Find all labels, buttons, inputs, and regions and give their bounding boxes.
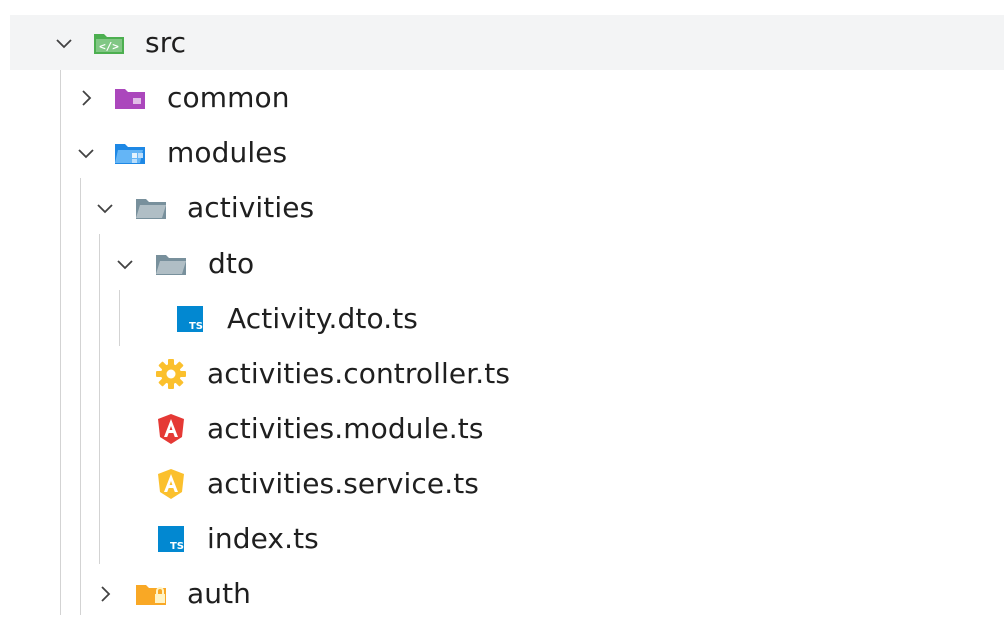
chevron-down-icon[interactable] <box>94 180 116 235</box>
tree-item-activities-module-ts[interactable]: activities.module.ts <box>10 401 1004 456</box>
tree-item-label: dto <box>208 247 255 280</box>
tree-item-label: index.ts <box>207 522 319 555</box>
angular-module-icon <box>154 401 188 456</box>
file-explorer-tree: </> src common modules activities dto TS… <box>0 0 1004 615</box>
tree-item-activities-controller-ts[interactable]: activities.controller.ts <box>10 346 1004 401</box>
tree-item-label: auth <box>187 577 252 610</box>
svg-text:TS: TS <box>170 541 184 552</box>
modules-folder-icon <box>113 125 147 180</box>
tree-item-index-ts[interactable]: TS index.ts <box>10 511 1004 566</box>
typescript-file-icon: TS <box>154 511 188 566</box>
tree-item-activity-dto-ts[interactable]: TS Activity.dto.ts <box>10 291 1004 346</box>
angular-service-icon <box>154 456 188 511</box>
folder-open-icon <box>154 236 188 291</box>
tree-item-label: activities.controller.ts <box>207 357 511 390</box>
tree-item-label: src <box>145 26 187 59</box>
controller-gear-icon <box>154 346 188 401</box>
tree-item-modules[interactable]: modules <box>10 125 1004 180</box>
tree-item-common[interactable]: common <box>10 70 1004 125</box>
tree-item-src[interactable]: </> src <box>10 15 1004 70</box>
tree-item-auth[interactable]: auth <box>10 566 1004 621</box>
chevron-right-icon[interactable] <box>75 70 97 125</box>
chevron-down-icon[interactable] <box>114 236 136 291</box>
folder-open-icon <box>134 180 168 235</box>
tree-item-label: activities.module.ts <box>207 412 484 445</box>
svg-text:TS: TS <box>189 321 203 332</box>
chevron-down-icon[interactable] <box>75 125 97 180</box>
tree-item-activities-service-ts[interactable]: activities.service.ts <box>10 456 1004 511</box>
tree-item-dto[interactable]: dto <box>10 236 1004 291</box>
auth-folder-icon <box>134 566 168 621</box>
typescript-file-icon: TS <box>173 291 207 346</box>
tree-item-label: Activity.dto.ts <box>227 302 418 335</box>
tree-item-label: modules <box>167 136 288 169</box>
common-folder-icon <box>113 70 147 125</box>
tree-item-label: activities.service.ts <box>207 467 479 500</box>
tree-item-label: common <box>167 81 290 114</box>
svg-text:</>: </> <box>99 40 119 53</box>
chevron-right-icon[interactable] <box>94 566 116 621</box>
src-folder-icon: </> <box>92 15 126 70</box>
tree-item-activities[interactable]: activities <box>10 180 1004 235</box>
tree-item-label: activities <box>187 191 315 224</box>
chevron-down-icon[interactable] <box>53 15 75 70</box>
